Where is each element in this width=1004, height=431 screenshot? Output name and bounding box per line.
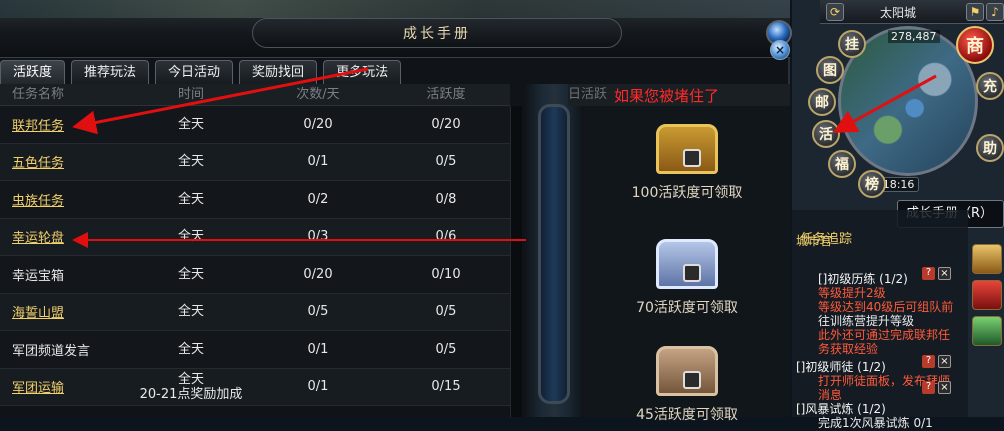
task-count: 0/1: [307, 379, 329, 395]
task-activity: 0/8: [435, 191, 457, 207]
task-time: 全天: [177, 154, 204, 170]
activity-button[interactable]: 活: [812, 120, 840, 148]
pillar-ring: [538, 104, 570, 404]
task-count: 0/1: [307, 154, 329, 170]
table-row: 联邦任务 全天 0/20 0/20: [0, 106, 510, 144]
bronze-chest-icon: [656, 346, 718, 396]
chest-label: 45活跃度可领取: [636, 407, 738, 423]
task-activity: 0/5: [435, 304, 457, 320]
tracker-line: 城市官: [796, 234, 833, 248]
close-icon[interactable]: ×: [938, 355, 951, 368]
auto-hang-button[interactable]: 挂: [838, 30, 866, 58]
welfare-button[interactable]: 福: [828, 150, 856, 178]
task-time: 全天: [177, 266, 204, 282]
mail-button[interactable]: 邮: [808, 88, 836, 116]
tab-recommended[interactable]: 推荐玩法: [71, 60, 150, 84]
task-table: 任务名称 时间 次数/天 活跃度 联邦任务 全天 0/20 0/20 五色任务 …: [0, 84, 510, 417]
stuck-hint-text: 如果您被堵住了: [614, 87, 720, 105]
table-row: 五色任务 全天 0/1 0/5: [0, 143, 510, 181]
table-row: 幸运宝箱 全天 0/20 0/10: [0, 256, 510, 294]
ranking-button[interactable]: 榜: [858, 170, 886, 198]
window-titlebar[interactable]: 成长手册 ×: [0, 0, 792, 60]
chest-label: 100活跃度可领取: [631, 185, 743, 201]
map-coordinates: 278,487: [888, 30, 940, 43]
task-time-line2: 20-21点奖励加成: [139, 386, 243, 402]
task-count: 0/5: [307, 304, 329, 320]
task-time: 全天: [177, 304, 204, 320]
tab-reward-recovery[interactable]: 奖励找回: [239, 60, 318, 84]
table-row: 幸运轮盘 全天 0/3 0/6: [0, 218, 510, 256]
task-link[interactable]: 虫族任务: [0, 190, 128, 209]
header-time: 时间: [177, 87, 204, 102]
close-icon[interactable]: ×: [938, 267, 951, 280]
task-time: 全天 20-21点奖励加成: [128, 372, 254, 402]
background-scenery: [0, 0, 790, 18]
reward-panel: 日活跃 100活跃度可领取 70活跃度可领取 45活跃度可领取: [568, 84, 790, 423]
task-link[interactable]: 军团运输: [0, 377, 128, 396]
tab-today-events[interactable]: 今日活动: [155, 60, 234, 84]
help-icon[interactable]: ?: [922, 267, 935, 280]
table-row: 海誓山盟 全天 0/5 0/5: [0, 293, 510, 331]
tab-activity[interactable]: 活跃度: [0, 60, 66, 84]
table-row: 虫族任务 全天 0/2 0/8: [0, 181, 510, 219]
tab-bar: 活跃度 推荐玩法 今日活动 奖励找回 更多玩法: [0, 60, 407, 84]
charge-button[interactable]: 充: [976, 72, 1004, 100]
chest-label: 70活跃度可领取: [636, 300, 738, 316]
window-title: 成长手册: [252, 18, 622, 48]
task-time: 全天: [177, 341, 204, 357]
task-activity: 0/15: [431, 379, 461, 395]
event-icon[interactable]: [972, 280, 1002, 310]
task-count: 0/1: [307, 341, 329, 357]
help-icon[interactable]: ?: [922, 381, 935, 394]
table-scrollbar[interactable]: [510, 106, 522, 417]
shop-button[interactable]: 商: [956, 26, 994, 64]
assist-button[interactable]: 助: [976, 134, 1004, 162]
silver-chest-icon: [656, 239, 718, 289]
task-time: 全天: [177, 229, 204, 245]
gold-chest-icon: [656, 124, 718, 174]
sound-icon[interactable]: ♪: [986, 3, 1004, 21]
tab-more-games[interactable]: 更多玩法: [323, 60, 402, 84]
task-link[interactable]: 幸运轮盘: [0, 227, 128, 246]
header-count: 次数/天: [296, 87, 340, 102]
reward-chest-100[interactable]: 100活跃度可领取: [584, 124, 790, 202]
task-count: 0/3: [307, 229, 329, 245]
tracker-line: 务获取经验: [818, 342, 879, 356]
task-activity: 0/20: [431, 116, 461, 132]
table-body: 联邦任务 全天 0/20 0/20 五色任务 全天 0/1 0/5 虫族任务 全…: [0, 106, 510, 406]
task-name: 军团频道发言: [12, 343, 91, 359]
table-row: 军团运输 全天 20-21点奖励加成 0/1 0/15: [0, 368, 510, 406]
task-link[interactable]: 海誓山盟: [0, 302, 128, 321]
table-row: 军团频道发言 全天 0/1 0/5: [0, 331, 510, 369]
task-count: 0/20: [303, 116, 333, 132]
close-button[interactable]: ×: [770, 40, 790, 60]
task-link[interactable]: 联邦任务: [0, 115, 128, 134]
map-button[interactable]: 图: [816, 56, 844, 84]
task-time: 全天: [177, 116, 204, 132]
task-activity: 0/5: [435, 341, 457, 357]
reward-chest-45[interactable]: 45活跃度可领取: [584, 346, 790, 424]
task-time: 全天: [177, 191, 204, 207]
map-name: 太阳城: [880, 6, 917, 20]
decorative-pillar: [524, 84, 584, 417]
refresh-icon[interactable]: ⟳: [826, 3, 844, 21]
task-activity: 0/5: [435, 154, 457, 170]
header-activity: 活跃度: [426, 87, 466, 102]
task-count: 0/20: [303, 266, 333, 282]
reward-chest-70[interactable]: 70活跃度可领取: [584, 239, 790, 317]
header-task-name: 任务名称: [12, 87, 65, 102]
task-activity: 0/10: [431, 266, 461, 282]
close-icon[interactable]: ×: [938, 381, 951, 394]
task-link[interactable]: 五色任务: [0, 152, 128, 171]
task-activity: 0/6: [435, 229, 457, 245]
task-time-line1: 全天: [177, 371, 204, 387]
task-name: 幸运宝箱: [12, 268, 65, 284]
task-count: 0/2: [307, 191, 329, 207]
gift-icon[interactable]: [972, 244, 1002, 274]
bonus-icon[interactable]: [972, 316, 1002, 346]
help-icon[interactable]: ?: [922, 355, 935, 368]
table-header: 任务名称 时间 次数/天 活跃度: [0, 84, 510, 106]
flag-icon[interactable]: ⚑: [966, 3, 984, 21]
growth-manual-window: 成长手册 × 活跃度 推荐玩法 今日活动 奖励找回 更多玩法 任务名称 时间 次…: [0, 0, 792, 423]
